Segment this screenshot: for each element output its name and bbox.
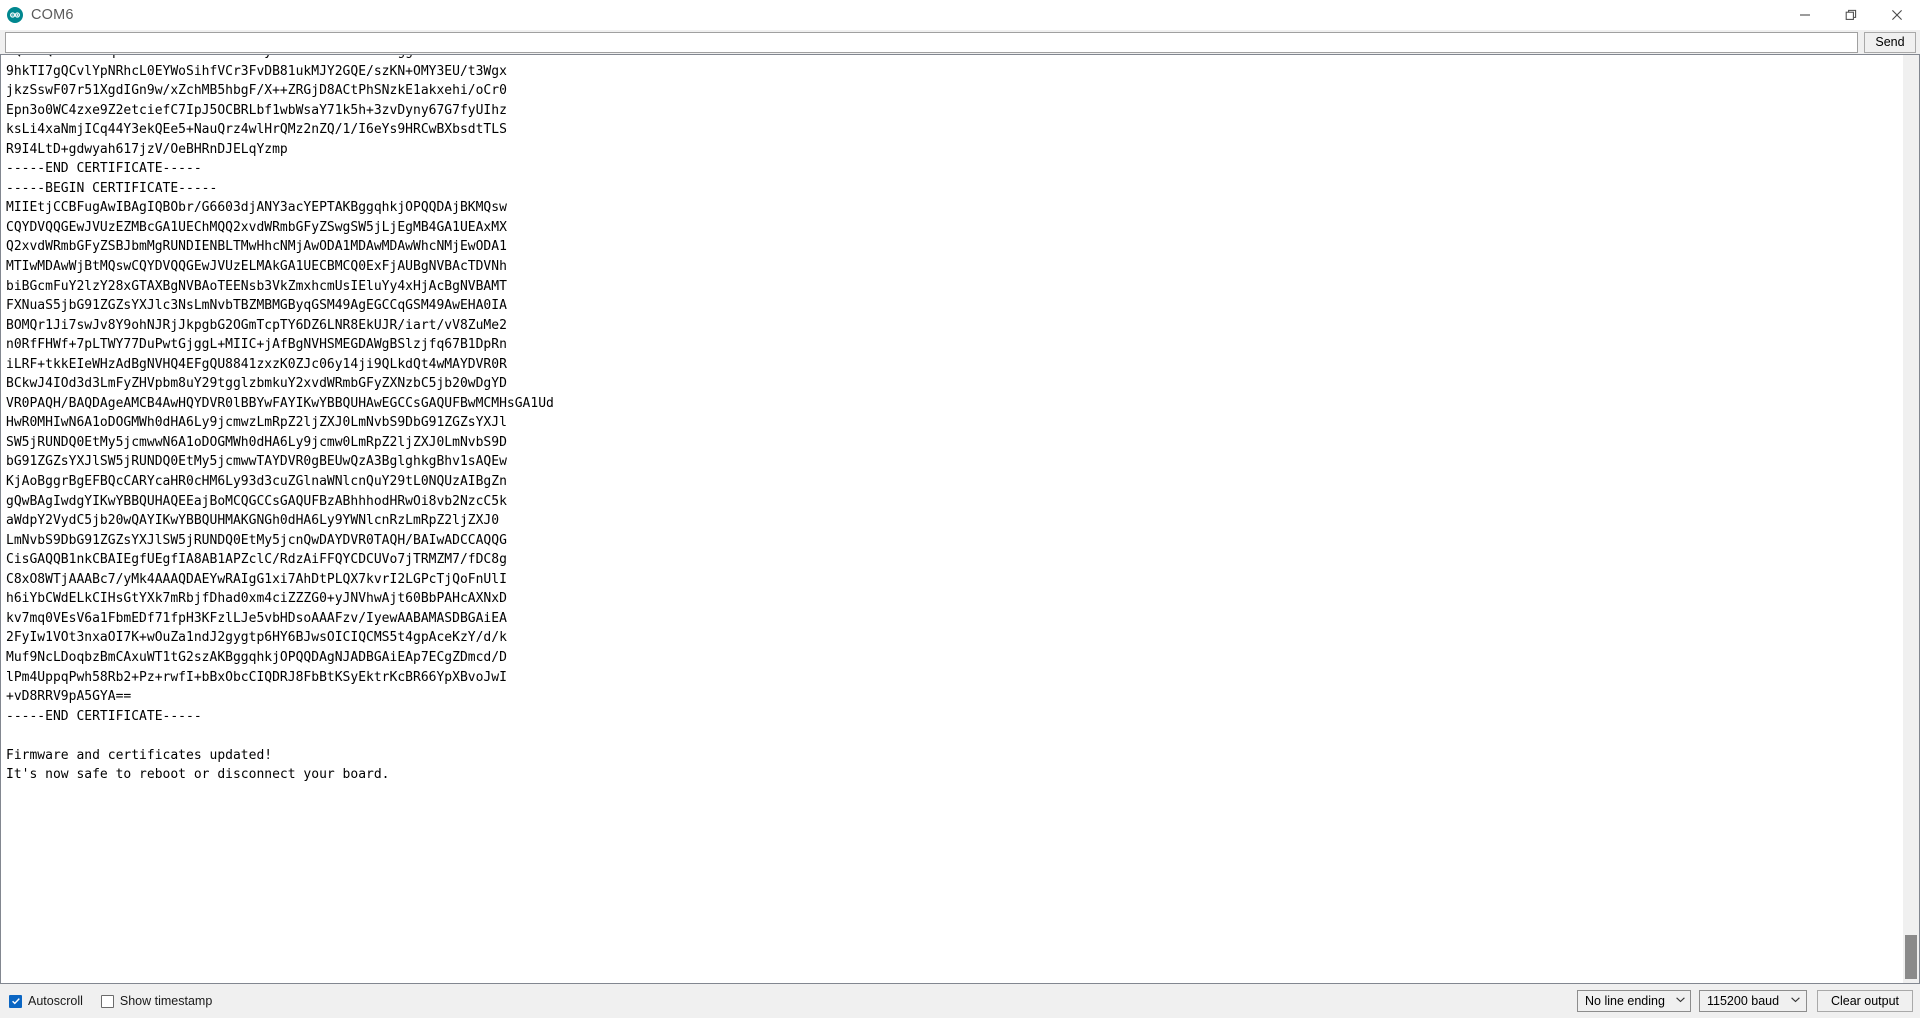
- close-button[interactable]: [1874, 0, 1920, 30]
- title-bar: COM6: [0, 0, 1920, 30]
- clear-output-button[interactable]: Clear output: [1817, 990, 1913, 1012]
- serial-output-text: bQEBBQcMAYIBAqetBfZU9U9KaEIPONZ7IyeIhMo9…: [6, 55, 554, 783]
- arduino-logo-icon: [7, 7, 23, 23]
- title-bar-left: COM6: [0, 7, 74, 23]
- chevron-down-icon: [1790, 992, 1801, 1010]
- restore-button[interactable]: [1828, 0, 1874, 30]
- restore-icon: [1845, 9, 1857, 21]
- baud-rate-dropdown[interactable]: 115200 baud: [1699, 990, 1807, 1012]
- send-input[interactable]: [5, 31, 1858, 53]
- serial-output-panel[interactable]: bQEBBQcMAYIBAqetBfZU9U9KaEIPONZ7IyeIhMo9…: [0, 54, 1903, 984]
- checkmark-icon: [11, 996, 21, 1006]
- show-timestamp-label: Show timestamp: [119, 994, 213, 1008]
- window-title: COM6: [31, 7, 74, 23]
- show-timestamp-checkbox-group[interactable]: Show timestamp: [100, 994, 213, 1008]
- show-timestamp-checkbox[interactable]: [100, 994, 114, 1008]
- scrollbar-track[interactable]: [1903, 55, 1919, 983]
- baud-rate-value: 115200 baud: [1707, 994, 1780, 1008]
- chevron-down-icon: [1675, 992, 1686, 1010]
- autoscroll-checkbox-group[interactable]: Autoscroll: [9, 994, 83, 1008]
- autoscroll-label: Autoscroll: [28, 994, 83, 1008]
- send-row: Send: [0, 30, 1920, 54]
- line-ending-dropdown[interactable]: No line ending: [1577, 990, 1691, 1012]
- serial-monitor-window: COM6 Send 9hkTI7gQCvlYpNRhcL0EYWoSihfVCr…: [0, 0, 1920, 1018]
- bottom-toolbar: Autoscroll Show timestamp No line ending…: [0, 984, 1920, 1018]
- close-icon: [1891, 9, 1903, 21]
- minimize-icon: [1799, 9, 1811, 21]
- minimize-button[interactable]: [1782, 0, 1828, 30]
- window-controls: [1782, 0, 1920, 30]
- scrollbar-thumb[interactable]: [1905, 935, 1917, 979]
- send-button[interactable]: Send: [1864, 31, 1916, 53]
- autoscroll-checkbox[interactable]: [9, 994, 22, 1008]
- line-ending-value: No line ending: [1585, 994, 1665, 1008]
- console-area: bQEBBQcMAYIBAqetBfZU9U9KaEIPONZ7IyeIhMo9…: [0, 54, 1920, 984]
- vertical-scrollbar[interactable]: [1903, 54, 1920, 984]
